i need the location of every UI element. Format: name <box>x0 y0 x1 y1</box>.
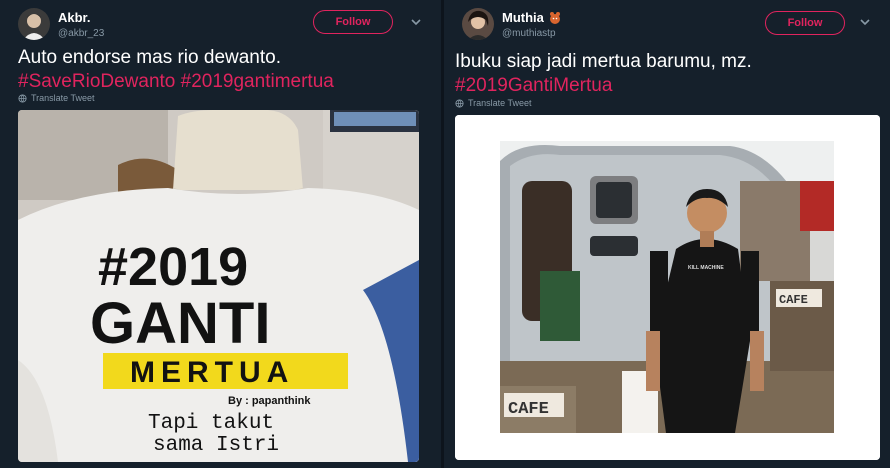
tweet-text-line: Auto endorse mas rio dewanto. <box>18 47 281 68</box>
avatar[interactable] <box>18 8 50 40</box>
display-name[interactable]: Muthia <box>502 10 544 25</box>
globe-icon <box>455 98 464 108</box>
tweet-text: Auto endorse mas rio dewanto. #SaveRioDe… <box>18 46 334 94</box>
globe-icon <box>18 93 27 103</box>
handle[interactable]: @akbr_23 <box>58 28 104 39</box>
display-name-row: Muthia <box>502 10 562 25</box>
emoji-icon <box>549 11 560 24</box>
translate-tweet-link[interactable]: Translate Tweet <box>18 93 95 103</box>
tweet-photo[interactable]: CAFE CAFE KILL MACHINE <box>455 115 880 460</box>
hashtag-link[interactable]: #2019gantimertua <box>181 71 334 92</box>
shirt-tagline-2: sama Istri <box>153 434 279 457</box>
chevron-down-icon[interactable] <box>409 15 423 29</box>
translate-label: Translate Tweet <box>31 93 95 103</box>
follow-button[interactable]: Follow <box>765 11 845 35</box>
display-name[interactable]: Akbr. <box>58 10 104 25</box>
hashtag-link[interactable]: #2019GantiMertua <box>455 75 612 96</box>
translate-label: Translate Tweet <box>468 98 532 108</box>
cafe-sign-left: CAFE <box>508 400 549 419</box>
tweet-card-right: Muthia @muthiastp Follow Ibuku siap jadi… <box>441 0 890 468</box>
tweet-card-left: Akbr. @akbr_23 Follow Auto endorse mas r… <box>0 0 441 468</box>
cafe-sign-right: CAFE <box>779 293 808 307</box>
tweet-text: Ibuku siap jadi mertua barumu, mz. #2019… <box>455 50 752 98</box>
hashtag-link[interactable]: #SaveRioDewanto <box>18 71 175 92</box>
user-names: Akbr. @akbr_23 <box>58 10 104 39</box>
shirt-tagline-1: Tapi takut <box>148 412 274 435</box>
handle[interactable]: @muthiastp <box>502 28 562 39</box>
chevron-down-icon[interactable] <box>858 15 872 29</box>
shirt-line-2: GANTI <box>90 291 270 356</box>
tweet-header: Akbr. @akbr_23 Follow <box>18 8 423 40</box>
translate-tweet-link[interactable]: Translate Tweet <box>455 98 532 108</box>
avatar[interactable] <box>462 8 494 40</box>
shirt-credit: By : papanthink <box>228 395 311 407</box>
tweet-text-line: Ibuku siap jadi mertua barumu, mz. <box>455 51 752 72</box>
user-names: Muthia @muthiastp <box>502 10 562 39</box>
shirt-line-1: #2019 <box>98 237 248 297</box>
tweet-photo[interactable]: #2019 GANTI MERTUA By : papanthink Tapi … <box>18 110 419 462</box>
shirt-print: KILL MACHINE <box>688 265 724 271</box>
follow-button[interactable]: Follow <box>313 10 393 34</box>
shirt-line-3: MERTUA <box>130 356 294 389</box>
tweet-header: Muthia @muthiastp Follow <box>462 8 872 40</box>
